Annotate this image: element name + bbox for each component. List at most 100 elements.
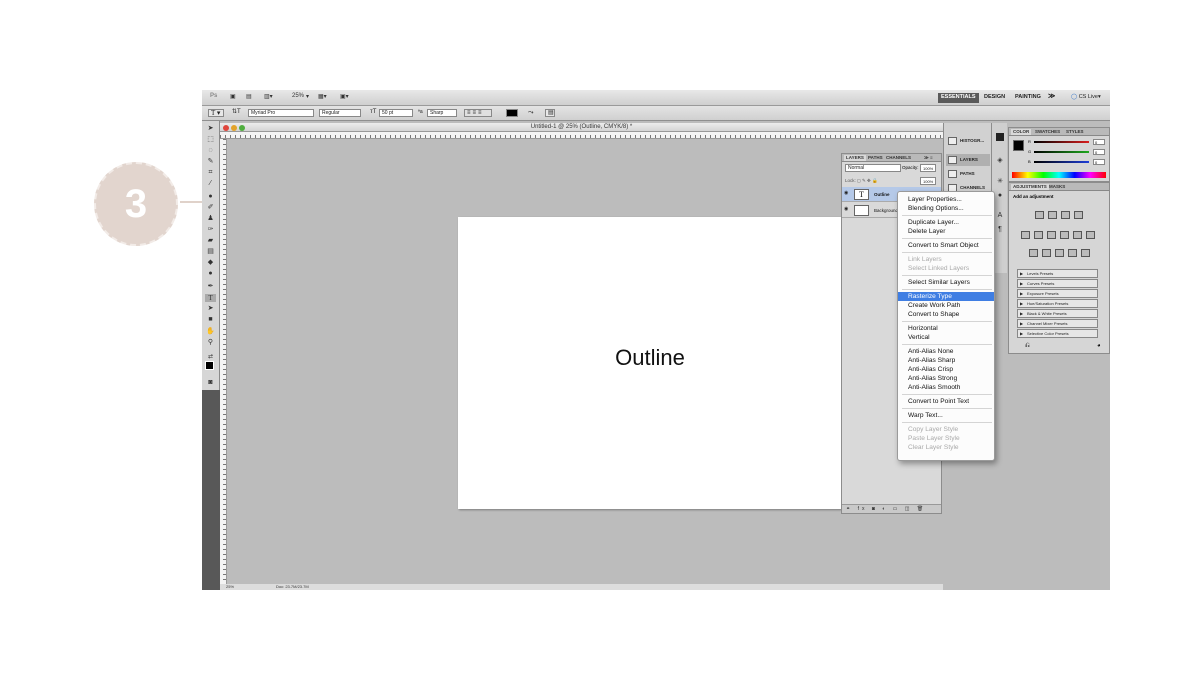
dock-paths[interactable]: PATHS — [946, 168, 990, 180]
arrange-documents-icon[interactable]: ▦▾ — [318, 93, 327, 103]
eye-icon[interactable]: ◉ — [844, 191, 849, 196]
dock-layers[interactable]: LAYERS — [946, 154, 990, 166]
vertical-ruler[interactable] — [220, 139, 227, 590]
close-window-icon[interactable] — [223, 124, 229, 131]
menu-item-layer-properties[interactable]: Layer Properties... — [898, 195, 994, 204]
zoom-window-icon[interactable] — [239, 124, 245, 131]
spectrum-bar[interactable] — [1012, 172, 1106, 178]
hue-saturation-icon[interactable] — [1034, 231, 1043, 239]
tab-color[interactable]: COLOR — [1011, 129, 1032, 135]
blend-mode-select[interactable]: Normal — [845, 164, 901, 172]
levels-icon[interactable] — [1048, 211, 1057, 219]
panel-menu-icon[interactable]: ≫ ≡ — [922, 155, 935, 161]
type-tool-preset-icon[interactable]: T ▾ — [208, 109, 224, 117]
horizontal-ruler[interactable] — [220, 132, 943, 139]
zoom-level[interactable]: 25% — [292, 93, 304, 103]
pen-tool-icon[interactable]: ✒ — [205, 283, 216, 291]
font-family-select[interactable]: Myriad Pro — [248, 109, 314, 117]
minimize-window-icon[interactable] — [231, 124, 237, 131]
menu-item-rasterize-type[interactable]: Rasterize Type — [898, 292, 994, 301]
exposure-icon[interactable] — [1074, 211, 1083, 219]
menu-item-convert-to-shape[interactable]: Convert to Shape — [898, 310, 994, 319]
move-tool-icon[interactable]: ➤ — [205, 125, 216, 133]
cs-live-button[interactable]: ◯ CS Live▾ — [1068, 93, 1104, 103]
text-color-swatch[interactable] — [506, 109, 518, 117]
foreground-swatch[interactable] — [1013, 140, 1024, 151]
marquee-tool-icon[interactable]: ⬚ — [205, 136, 216, 144]
preset-channel-mixer[interactable]: Channel Mixer Presets — [1017, 319, 1098, 328]
lock-icons[interactable]: Lock: ◻ ✎ ✥ 🔒 — [845, 178, 878, 184]
menu-item-anti-alias-none[interactable]: Anti-Alias None — [898, 347, 994, 356]
gradient-map-icon[interactable] — [1068, 249, 1077, 257]
foreground-color-swatch[interactable] — [205, 361, 214, 370]
menu-item-blending-options[interactable]: Blending Options... — [898, 204, 994, 213]
value-b[interactable]: 0 — [1093, 159, 1105, 165]
type-tool-icon[interactable]: T — [205, 294, 216, 302]
healing-brush-tool-icon[interactable]: ● — [205, 193, 216, 201]
selective-color-icon[interactable] — [1081, 249, 1090, 257]
slider-b[interactable] — [1034, 161, 1089, 163]
zoom-tool-icon[interactable]: ⚲ — [205, 339, 216, 347]
text-orientation-icon[interactable]: ⇅T — [230, 109, 241, 117]
menu-item-anti-alias-crisp[interactable]: Anti-Alias Crisp — [898, 365, 994, 374]
curves-icon[interactable] — [1061, 211, 1070, 219]
path-selection-tool-icon[interactable]: ➤ — [205, 305, 216, 313]
paragraph-panel-icon[interactable]: ¶ — [996, 226, 1004, 234]
color-panel-icon[interactable] — [996, 133, 1004, 141]
font-size-input[interactable]: 50 pt — [379, 109, 413, 117]
zoom-dropdown-icon[interactable]: ▾ — [306, 93, 309, 103]
screen-mode-icon[interactable]: ▣▾ — [340, 93, 349, 103]
menu-item-convert-to-smart-object[interactable]: Convert to Smart Object — [898, 241, 994, 250]
preset-hue-saturation[interactable]: Hue/Saturation Presets — [1017, 299, 1098, 308]
menu-item-vertical[interactable]: Vertical — [898, 333, 994, 342]
invert-icon[interactable] — [1029, 249, 1038, 257]
preset-levels[interactable]: Levels Presets — [1017, 269, 1098, 278]
threshold-icon[interactable] — [1055, 249, 1064, 257]
view-extras-icon[interactable]: ▥▾ — [264, 93, 273, 103]
workspace-essentials[interactable]: ESSENTIALS — [938, 93, 979, 103]
tab-adjustments[interactable]: ADJUSTMENTS — [1011, 184, 1049, 190]
brush-tool-icon[interactable]: ✐ — [205, 204, 216, 212]
vibrance-icon[interactable] — [1021, 231, 1030, 239]
eye-icon[interactable]: ◉ — [844, 207, 849, 212]
tab-swatches[interactable]: SWATCHES — [1033, 129, 1062, 135]
gradient-tool-icon[interactable]: ▤ — [205, 248, 216, 256]
dodge-tool-icon[interactable]: ● — [205, 270, 216, 278]
preset-selective-color[interactable]: Selective Color Presets — [1017, 329, 1098, 338]
value-r[interactable]: 0 — [1093, 139, 1105, 145]
tab-styles[interactable]: STYLES — [1064, 129, 1086, 135]
tab-channels[interactable]: CHANNELS — [884, 155, 913, 161]
opacity-input[interactable]: 100% — [920, 164, 936, 172]
menu-item-create-work-path[interactable]: Create Work Path — [898, 301, 994, 310]
channel-mixer-icon[interactable] — [1086, 231, 1095, 239]
hand-tool-icon[interactable]: ✋ — [205, 328, 216, 336]
workspace-design[interactable]: DESIGN — [981, 93, 1008, 103]
adjustments-panel-icon[interactable]: ◈ — [996, 157, 1004, 165]
clone-stamp-tool-icon[interactable]: ♟ — [205, 215, 216, 223]
tab-masks[interactable]: MASKS — [1047, 184, 1067, 190]
posterize-icon[interactable] — [1042, 249, 1051, 257]
crop-tool-icon[interactable]: ⌗ — [205, 169, 216, 177]
quick-selection-tool-icon[interactable]: ✎ — [205, 158, 216, 166]
canvas-text-outline[interactable]: Outline — [458, 345, 842, 371]
swap-colors-icon[interactable]: ⇄ — [205, 353, 216, 361]
eraser-tool-icon[interactable]: ▰ — [205, 237, 216, 245]
slider-r[interactable] — [1034, 141, 1089, 143]
lasso-tool-icon[interactable]: ◌ — [205, 147, 216, 155]
menu-item-warp-text[interactable]: Warp Text... — [898, 411, 994, 420]
clip-icon[interactable]: ◕ — [1097, 343, 1101, 349]
workspace-painting[interactable]: PAINTING — [1012, 93, 1044, 103]
value-g[interactable]: 0 — [1093, 149, 1105, 155]
menu-item-anti-alias-sharp[interactable]: Anti-Alias Sharp — [898, 356, 994, 365]
shape-tool-icon[interactable]: ■ — [205, 316, 216, 324]
menu-item-convert-to-point-text[interactable]: Convert to Point Text — [898, 397, 994, 406]
blur-tool-icon[interactable]: ◆ — [205, 259, 216, 267]
brightness-contrast-icon[interactable] — [1035, 211, 1044, 219]
menu-item-horizontal[interactable]: Horizontal — [898, 324, 994, 333]
tab-layers[interactable]: LAYERS — [844, 155, 866, 161]
layers-panel-footer-icons[interactable]: ⚭ fx ◙ ◐ ▭ ◫ 🗑 — [842, 504, 941, 513]
color-balance-icon[interactable] — [1047, 231, 1056, 239]
history-brush-tool-icon[interactable]: ✑ — [205, 226, 216, 234]
menu-item-delete-layer[interactable]: Delete Layer — [898, 227, 994, 236]
slider-g[interactable] — [1034, 151, 1089, 153]
